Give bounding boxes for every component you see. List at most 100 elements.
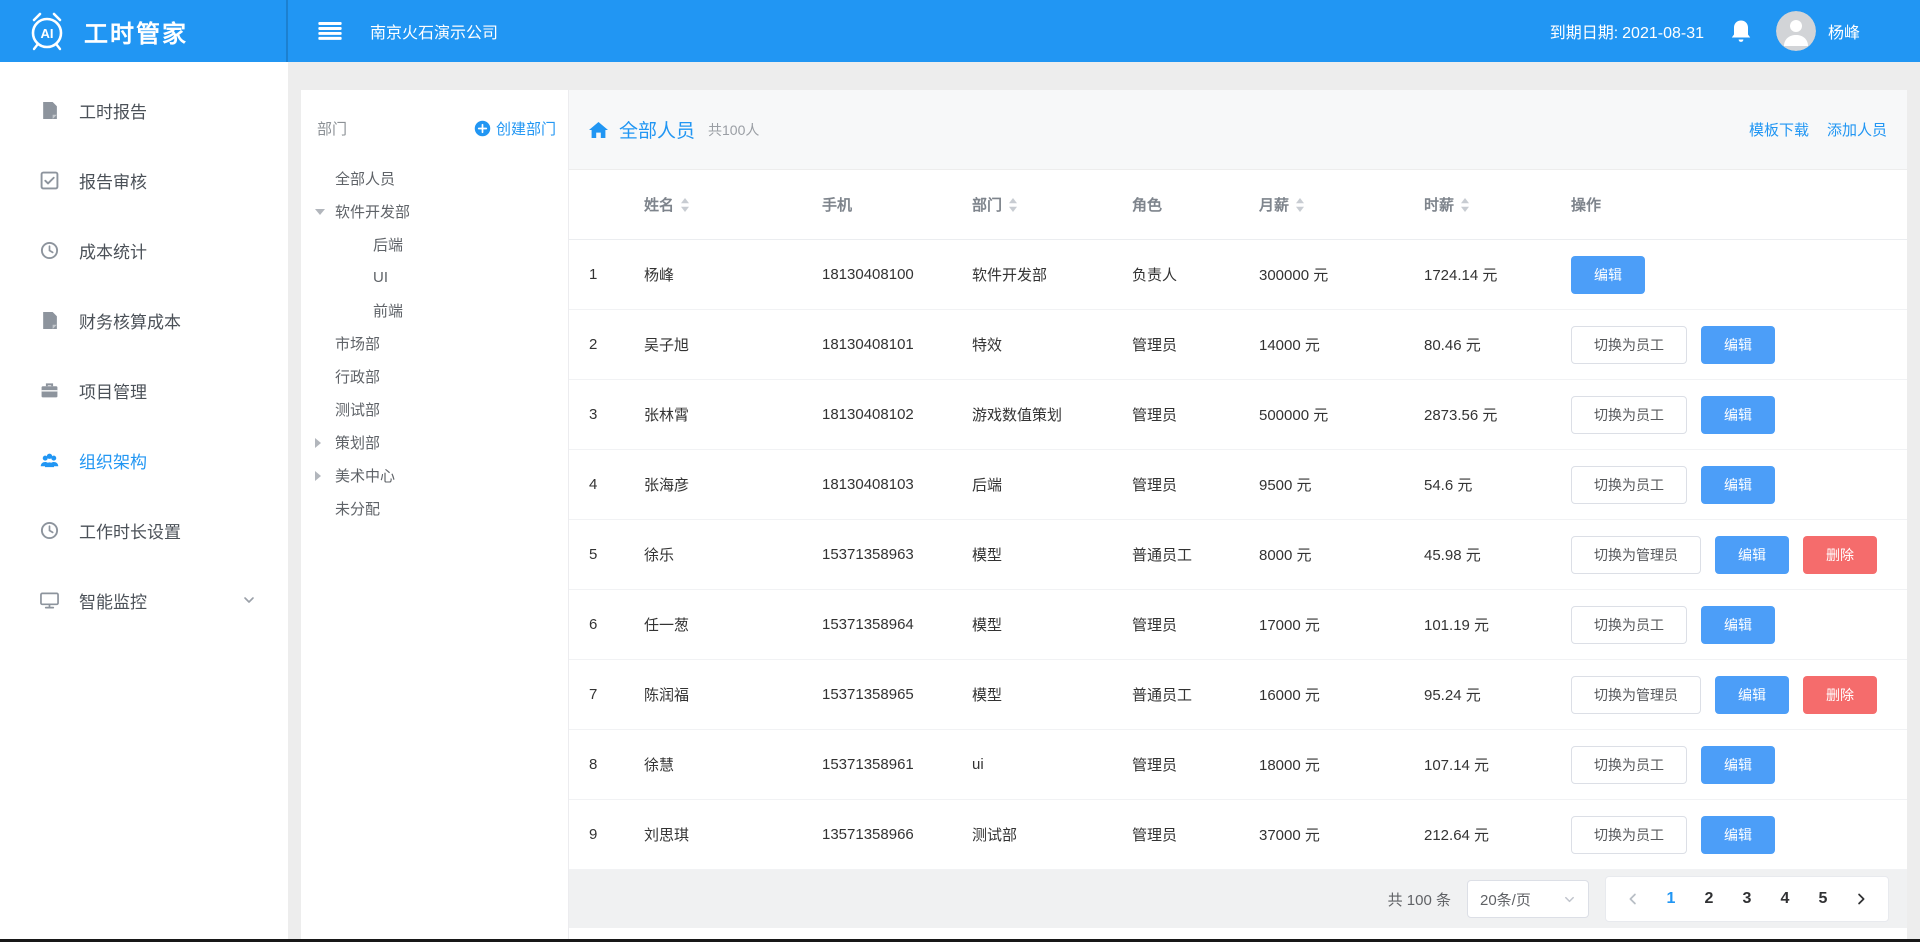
sidebar-item-cost-stats[interactable]: 成本统计 bbox=[0, 215, 288, 285]
audit-icon bbox=[40, 171, 59, 190]
tree-item[interactable]: 前端 bbox=[315, 294, 556, 327]
row-index: 7 bbox=[589, 686, 644, 703]
tree-item[interactable]: 策划部 bbox=[315, 426, 556, 459]
employee-hourly-salary: 80.46 元 bbox=[1424, 334, 1571, 355]
edit-button[interactable]: 编辑 bbox=[1701, 746, 1775, 784]
switch-to-employee-button[interactable]: 切换为员工 bbox=[1571, 816, 1687, 854]
hamburger-menu-icon[interactable] bbox=[318, 22, 342, 40]
sidebar-item-project[interactable]: 项目管理 bbox=[0, 355, 288, 425]
tree-expand-arrow-icon bbox=[315, 338, 335, 350]
switch-to-employee-button[interactable]: 切换为员工 bbox=[1571, 326, 1687, 364]
column-header-部门[interactable]: 部门 bbox=[972, 194, 1132, 215]
tree-item[interactable]: 软件开发部 bbox=[315, 195, 556, 228]
tree-item-label: 未分配 bbox=[335, 498, 380, 519]
column-header-操作: 操作 bbox=[1571, 194, 1887, 215]
template-download-link[interactable]: 模板下载 bbox=[1749, 119, 1809, 140]
employee-name: 吴子旭 bbox=[644, 334, 822, 355]
employee-name: 张林霄 bbox=[644, 404, 822, 425]
page-button-2[interactable]: 2 bbox=[1690, 890, 1728, 908]
prev-page-button[interactable] bbox=[1614, 891, 1652, 907]
tree-expand-arrow-icon bbox=[315, 470, 335, 482]
sidebar-item-work-hours[interactable]: 工作时长设置 bbox=[0, 495, 288, 565]
delete-button[interactable]: 删除 bbox=[1803, 676, 1877, 714]
page-button-4[interactable]: 4 bbox=[1766, 890, 1804, 908]
sidebar-item-monitor[interactable]: 智能监控 bbox=[0, 565, 288, 635]
user-name[interactable]: 杨峰 bbox=[1828, 19, 1860, 43]
column-header-月薪[interactable]: 月薪 bbox=[1259, 194, 1424, 215]
sort-carets-icon[interactable] bbox=[1008, 197, 1018, 213]
edit-button[interactable]: 编辑 bbox=[1701, 326, 1775, 364]
tree-expand-arrow-icon bbox=[315, 437, 335, 449]
project-icon bbox=[40, 381, 59, 400]
delete-button[interactable]: 删除 bbox=[1803, 536, 1877, 574]
employee-role: 管理员 bbox=[1132, 614, 1259, 635]
tree-expand-arrow-icon bbox=[315, 503, 335, 515]
tree-item[interactable]: 后端 bbox=[315, 228, 556, 261]
next-page-button[interactable] bbox=[1842, 891, 1880, 907]
page-button-5[interactable]: 5 bbox=[1804, 890, 1842, 908]
page-title: 全部人员 bbox=[619, 116, 695, 143]
sidebar-item-report[interactable]: 工时报告 bbox=[0, 75, 288, 145]
employee-department: 软件开发部 bbox=[972, 264, 1132, 285]
sidebar-item-label: 智能监控 bbox=[79, 588, 147, 613]
work-hours-icon bbox=[40, 521, 59, 540]
edit-button[interactable]: 编辑 bbox=[1715, 676, 1789, 714]
bell-icon[interactable] bbox=[1730, 19, 1752, 43]
page-button-1[interactable]: 1 bbox=[1652, 890, 1690, 908]
column-header-姓名[interactable]: 姓名 bbox=[644, 194, 822, 215]
page-button-3[interactable]: 3 bbox=[1728, 890, 1766, 908]
tree-expand-arrow-icon bbox=[315, 371, 335, 383]
edit-button[interactable]: 编辑 bbox=[1701, 466, 1775, 504]
tree-item[interactable]: 美术中心 bbox=[315, 459, 556, 492]
report-icon bbox=[40, 101, 59, 120]
column-header-时薪[interactable]: 时薪 bbox=[1424, 194, 1571, 215]
cost-stats-icon bbox=[40, 241, 59, 260]
employee-department: ui bbox=[972, 756, 1132, 773]
tree-item[interactable]: 全部人员 bbox=[315, 162, 556, 195]
switch-to-employee-button[interactable]: 切换为员工 bbox=[1571, 466, 1687, 504]
table-header-row: 姓名 手机 部门 角色 月薪 时薪 操作 bbox=[569, 170, 1907, 240]
row-actions: 切换为员工编辑 bbox=[1571, 746, 1887, 784]
home-icon[interactable] bbox=[589, 121, 608, 139]
tree-item-label: 测试部 bbox=[335, 399, 380, 420]
tree-item-label: 美术中心 bbox=[335, 465, 395, 486]
switch-to-admin-button[interactable]: 切换为管理员 bbox=[1571, 536, 1701, 574]
sort-carets-icon[interactable] bbox=[1460, 197, 1470, 213]
sidebar-item-finance[interactable]: 财务核算成本 bbox=[0, 285, 288, 355]
employee-name: 陈润福 bbox=[644, 684, 822, 705]
switch-to-employee-button[interactable]: 切换为员工 bbox=[1571, 606, 1687, 644]
employee-count: 共100人 bbox=[708, 120, 759, 140]
tree-item[interactable]: 测试部 bbox=[315, 393, 556, 426]
employee-monthly-salary: 18000 元 bbox=[1259, 754, 1424, 775]
records-total: 共 100 条 bbox=[1388, 889, 1451, 910]
tree-item-label: UI bbox=[373, 269, 388, 286]
switch-to-employee-button[interactable]: 切换为员工 bbox=[1571, 746, 1687, 784]
edit-button[interactable]: 编辑 bbox=[1715, 536, 1789, 574]
tree-item[interactable]: 行政部 bbox=[315, 360, 556, 393]
sort-carets-icon[interactable] bbox=[680, 197, 690, 213]
edit-button[interactable]: 编辑 bbox=[1571, 256, 1645, 294]
sort-carets-icon[interactable] bbox=[1295, 197, 1305, 213]
sidebar-item-org[interactable]: 组织架构 bbox=[0, 425, 288, 495]
sidebar-item-audit[interactable]: 报告审核 bbox=[0, 145, 288, 215]
tree-expand-arrow-icon bbox=[353, 239, 373, 251]
tree-item[interactable]: 市场部 bbox=[315, 327, 556, 360]
row-actions: 切换为员工编辑 bbox=[1571, 606, 1887, 644]
switch-to-employee-button[interactable]: 切换为员工 bbox=[1571, 396, 1687, 434]
edit-button[interactable]: 编辑 bbox=[1701, 816, 1775, 854]
department-panel-header: 部门 创建部门 bbox=[315, 112, 556, 144]
employee-department: 模型 bbox=[972, 684, 1132, 705]
avatar[interactable] bbox=[1776, 11, 1816, 51]
add-person-link[interactable]: 添加人员 bbox=[1827, 119, 1887, 140]
create-department-button[interactable]: 创建部门 bbox=[474, 118, 556, 139]
tree-item-label: 行政部 bbox=[335, 366, 380, 387]
tree-item[interactable]: 未分配 bbox=[315, 492, 556, 525]
switch-to-admin-button[interactable]: 切换为管理员 bbox=[1571, 676, 1701, 714]
edit-button[interactable]: 编辑 bbox=[1701, 606, 1775, 644]
content-panel: 全部人员 共100人 模板下载 添加人员 姓名 手机 部门 角色 月薪 时薪 bbox=[569, 90, 1907, 942]
employee-role: 负责人 bbox=[1132, 264, 1259, 285]
page-size-select[interactable]: 20条/页 bbox=[1467, 880, 1589, 918]
edit-button[interactable]: 编辑 bbox=[1701, 396, 1775, 434]
tree-item[interactable]: UI bbox=[315, 261, 556, 294]
employee-department: 测试部 bbox=[972, 824, 1132, 845]
